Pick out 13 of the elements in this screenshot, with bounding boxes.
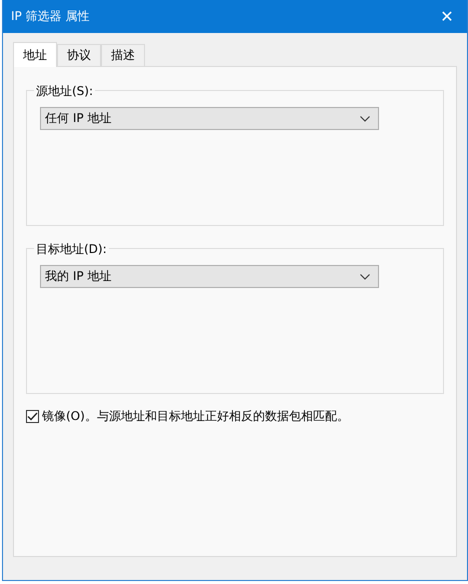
dropdown[interactable]: 任何 IP 地址 xyxy=(40,107,379,130)
window-title: IP 筛选器 属性 xyxy=(11,8,90,25)
chevron-down-icon xyxy=(360,116,370,122)
chevron-down-icon xyxy=(360,274,370,280)
tab[interactable]: 描述 xyxy=(101,44,145,66)
tab[interactable]: 地址 xyxy=(13,42,57,67)
dropdown[interactable]: 我的 IP 地址 xyxy=(40,265,379,288)
checkbox-label: 镜像(O)。与源地址和目标地址正好相反的数据包相匹配。 xyxy=(42,408,349,425)
tab[interactable]: 协议 xyxy=(57,44,101,66)
group-label: 源地址(S): xyxy=(34,83,96,100)
group-label: 目标地址(D): xyxy=(34,241,109,258)
close-button[interactable]: ✕ xyxy=(427,0,467,33)
checkbox[interactable] xyxy=(26,410,39,423)
